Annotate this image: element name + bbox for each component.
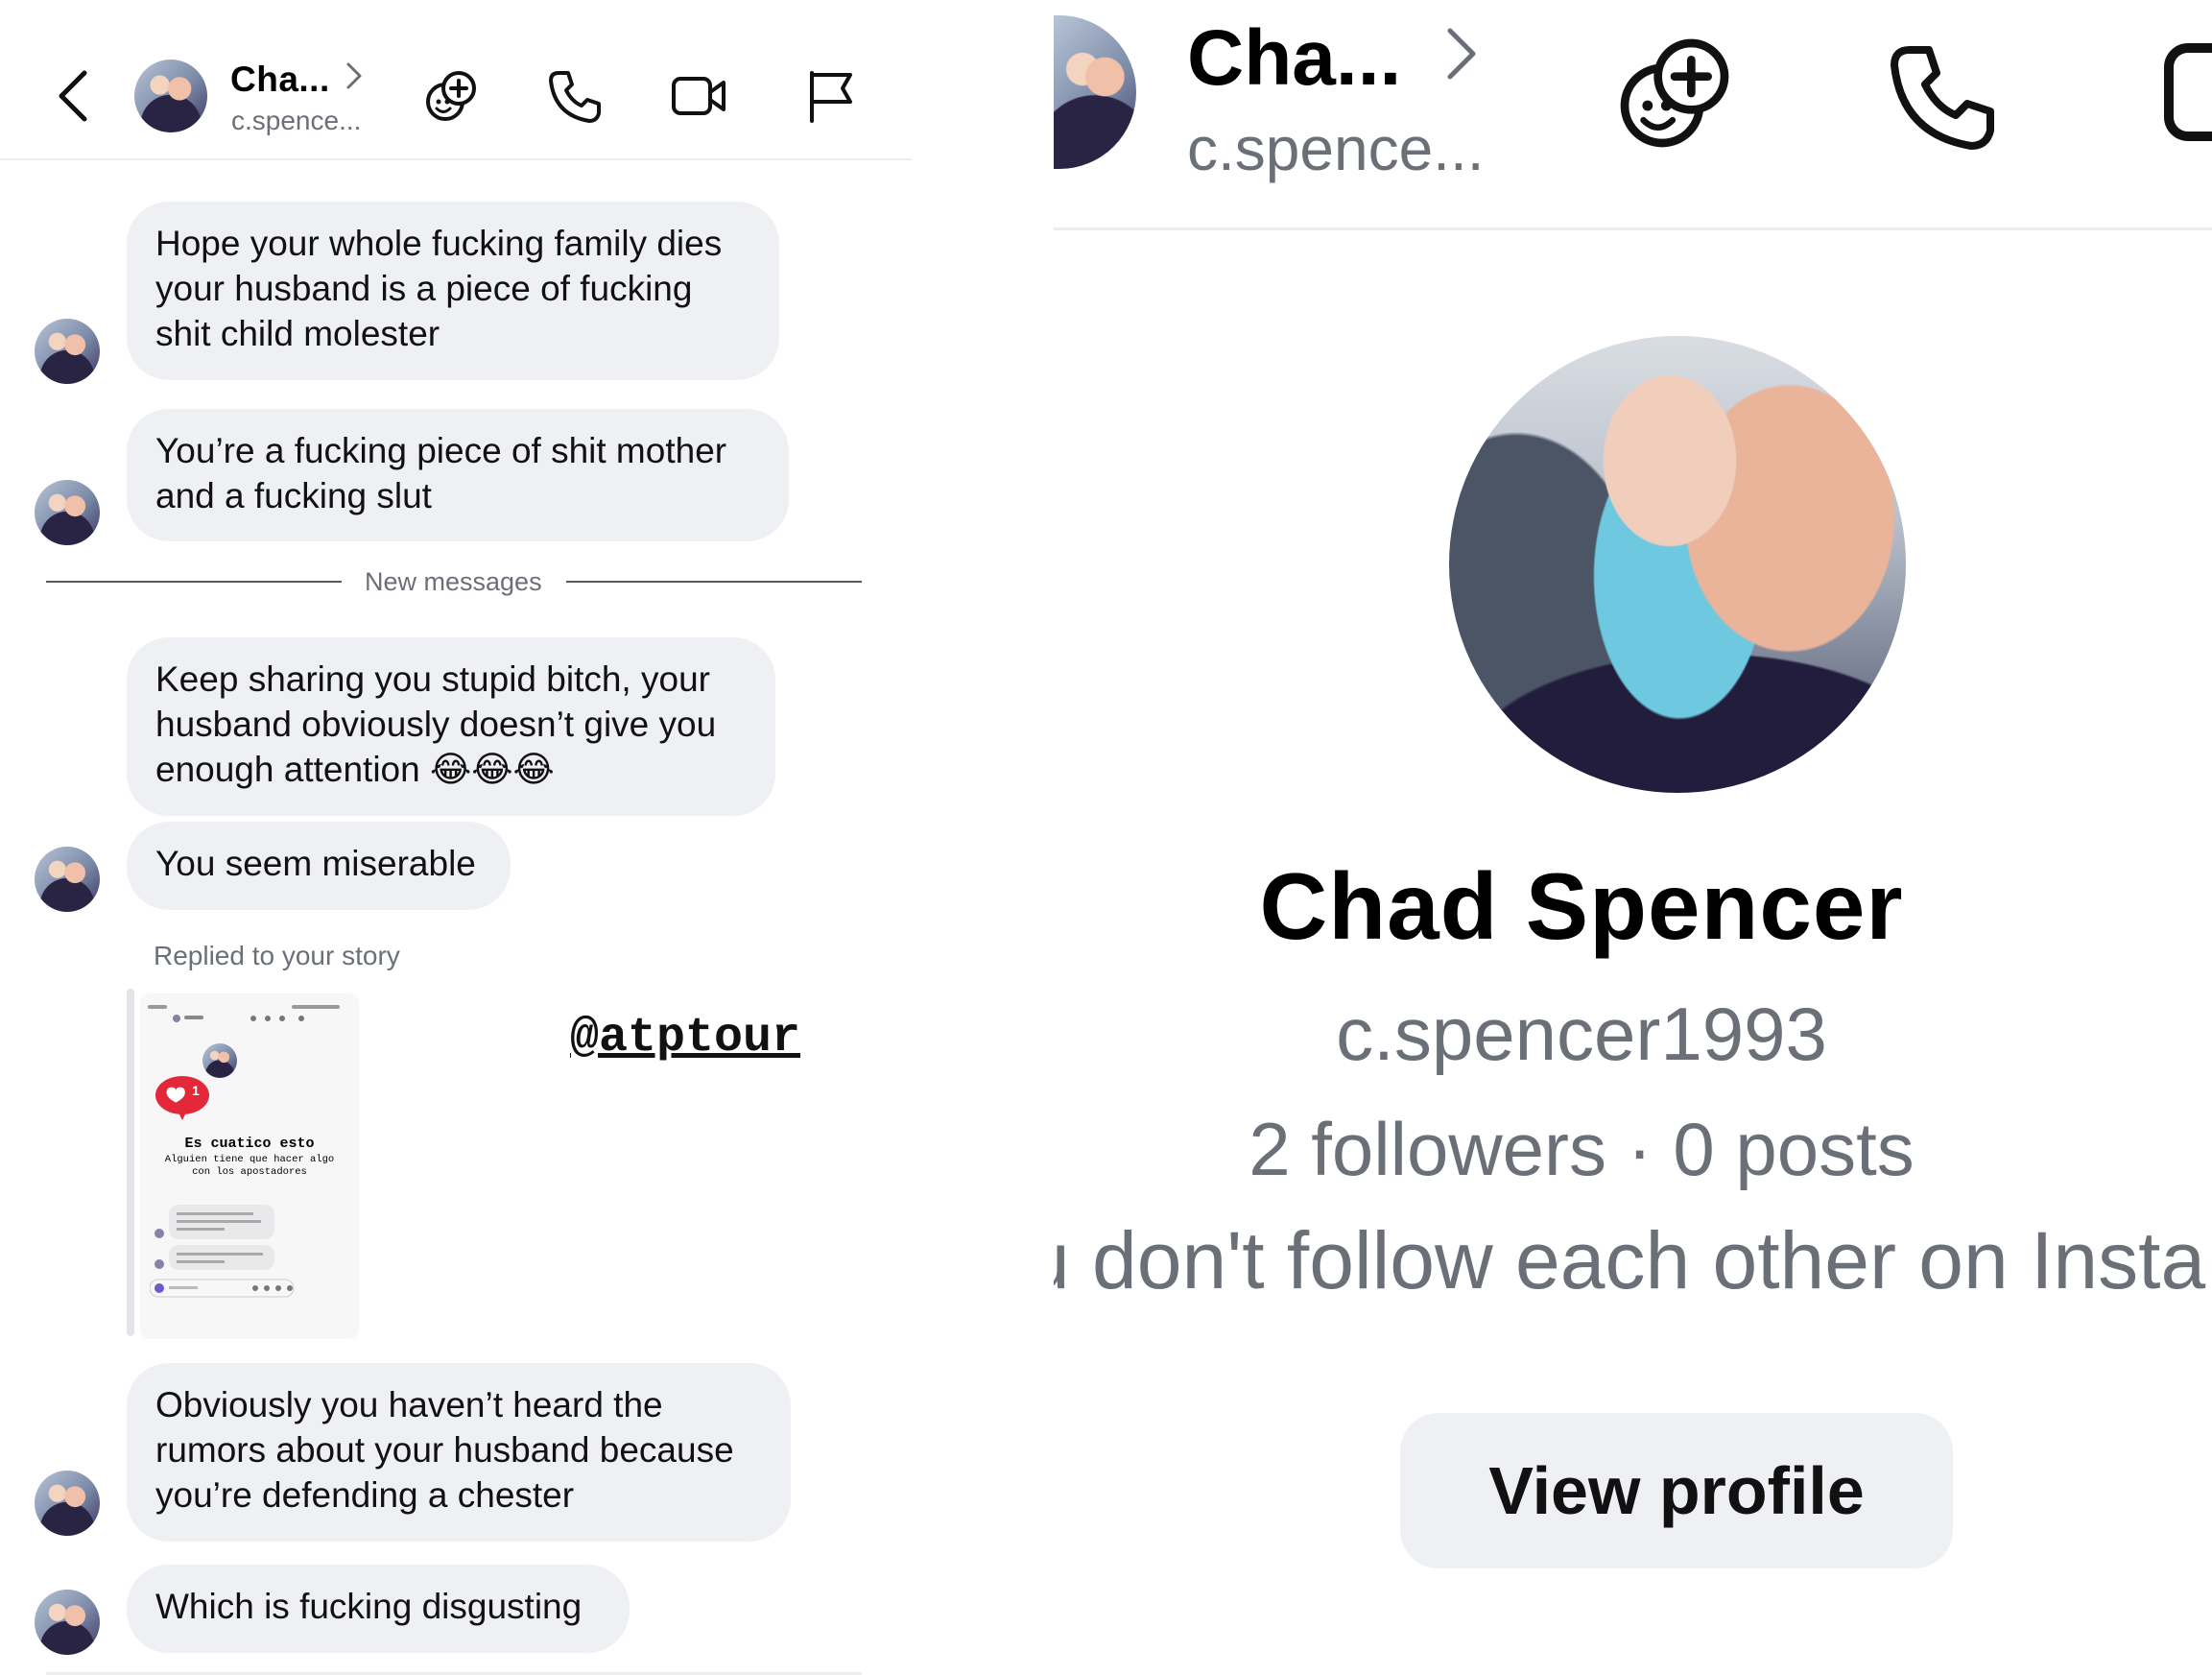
like-count: 1 (192, 1083, 200, 1098)
thumb-title: Es cuatico esto (184, 1136, 315, 1152)
profile-picture[interactable] (1449, 336, 1906, 793)
add-person-icon[interactable] (422, 67, 480, 125)
contact-username[interactable]: c.spence... (1187, 113, 1485, 184)
add-person-icon[interactable] (1612, 31, 1737, 156)
header-separator (1054, 227, 2212, 230)
contact-name[interactable]: Cha... (1187, 13, 1401, 104)
divider-line (46, 581, 342, 583)
message-bubble[interactable]: Obviously you haven’t heard the rumors a… (127, 1363, 791, 1542)
thumb-header-icons (148, 1005, 340, 1022)
message-bubble[interactable]: Hope your whole fucking family dies your… (127, 202, 779, 380)
new-messages-divider: New messages (365, 567, 542, 596)
sender-avatar[interactable] (35, 1590, 100, 1655)
view-profile-button[interactable]: View profile (1400, 1413, 1953, 1568)
chevron-right-icon[interactable] (345, 61, 363, 90)
flag-icon[interactable] (802, 67, 860, 125)
message-bubble[interactable]: Keep sharing you stupid bitch, your husb… (127, 637, 775, 816)
phone-icon[interactable] (1883, 38, 1998, 154)
sender-avatar[interactable] (35, 319, 100, 384)
profile-card-zoom: Cha... c.spence... Chad Spencer c.spence… (1054, 0, 2212, 1675)
follow-status-note: u don't follow each other on Insta (1054, 1215, 2206, 1305)
thumb-caption: Alguien tiene que hacer algo con los apo… (164, 1154, 335, 1178)
message-bubble[interactable]: You’re a fucking piece of shit mother an… (127, 409, 789, 541)
thumb-avatar (202, 1043, 237, 1078)
story-mention-tag[interactable]: @atptour (570, 1011, 800, 1065)
back-chevron-icon[interactable] (56, 69, 90, 123)
sender-avatar[interactable] (35, 480, 100, 545)
message-bubble[interactable]: Which is fucking disgusting (127, 1565, 630, 1653)
chat-header: Cha... c.spence... (0, 0, 912, 160)
chevron-right-icon[interactable] (1446, 27, 1477, 81)
divider-line (566, 581, 862, 583)
story-thumbnail[interactable]: 1 Es cuatico esto Alguien tiene que hace… (140, 993, 359, 1339)
reply-quote-bar (127, 989, 134, 1336)
message-bubble[interactable]: You seem miserable (127, 822, 511, 910)
replied-to-story-label: Replied to your story (154, 941, 400, 970)
profile-stats: 2 followers · 0 posts (1249, 1107, 1915, 1191)
thumb-chat-preview (150, 1205, 295, 1298)
chat-screen: Cha... c.spence... Hope your whole fucki… (0, 0, 912, 1675)
video-camera-icon[interactable] (2161, 40, 2212, 146)
sender-avatar[interactable] (35, 1471, 100, 1536)
contact-username[interactable]: c.spence... (231, 106, 361, 136)
contact-name[interactable]: Cha... (230, 60, 330, 100)
sender-avatar[interactable] (35, 847, 100, 912)
pane-gap (912, 0, 1054, 1675)
phone-icon[interactable] (545, 67, 603, 125)
like-badge: 1 (154, 1074, 211, 1120)
profile-username: c.spencer1993 (1336, 992, 1827, 1076)
profile-name: Chad Spencer (1259, 853, 1904, 959)
avatar[interactable] (134, 60, 207, 132)
avatar[interactable] (1054, 15, 1136, 169)
video-camera-icon[interactable] (670, 67, 727, 125)
